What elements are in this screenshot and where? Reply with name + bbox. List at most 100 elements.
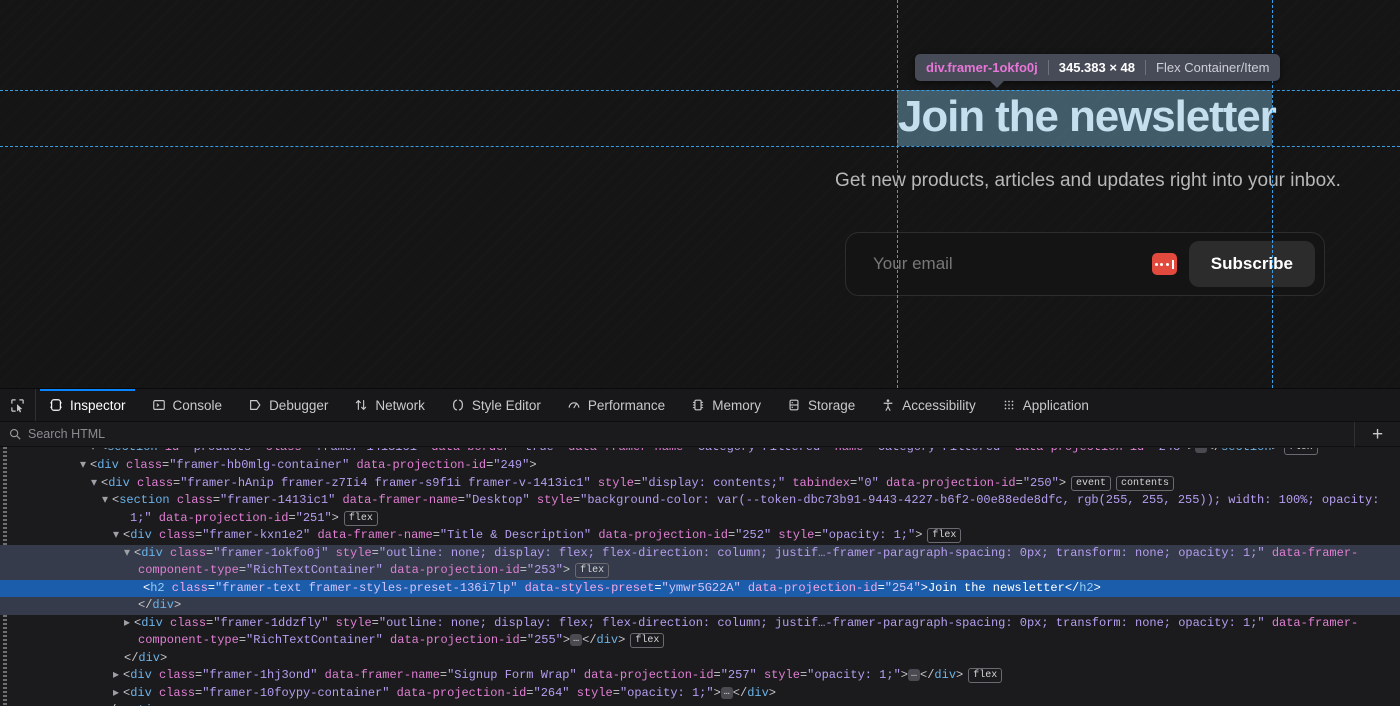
- code-val: "253": [527, 563, 563, 577]
- code-punc: </: [582, 633, 596, 647]
- dom-tree-row[interactable]: ▾<div class="framer-1okfo0j" style="outl…: [0, 545, 1400, 563]
- code-attr: class: [170, 493, 213, 507]
- code-punc: =: [372, 546, 379, 560]
- dom-tree-row[interactable]: ▾<div class="framer-hAnip framer-z7Ii4 f…: [0, 475, 1400, 493]
- hero-subtitle: Get new products, articles and updates r…: [803, 167, 1373, 195]
- code-tag: div: [141, 616, 163, 630]
- code-tag: div: [130, 686, 152, 700]
- element-info-tooltip: div.framer-1okfo0j 345.383 × 48 Flex Con…: [915, 54, 1280, 81]
- code-val: "254": [885, 581, 921, 595]
- code-punc: </: [124, 651, 138, 665]
- code-attr: data-projection-id: [591, 528, 728, 542]
- code-tag: div: [108, 476, 130, 490]
- storage-icon: [787, 398, 801, 412]
- code-attr: class: [130, 476, 173, 490]
- code-val: "framer-hAnip framer-z7Ii4 framer-s9f1i …: [180, 476, 590, 490]
- code-attr: data-projection-id: [349, 458, 486, 472]
- code-val: "framer-1ddzfly": [213, 616, 328, 630]
- email-input[interactable]: [846, 233, 1152, 295]
- dom-tree-row[interactable]: ▾<div class="framer-hb0mlg-container" da…: [0, 457, 1400, 475]
- chevron-down-icon[interactable]: ▾: [124, 545, 134, 563]
- layout-badge: flex: [344, 511, 378, 526]
- tab-network[interactable]: Network: [341, 389, 438, 421]
- code-punc: =: [520, 633, 527, 647]
- chevron-down-icon[interactable]: ▾: [91, 475, 101, 493]
- debugger-icon: [248, 398, 262, 412]
- chevron-right-icon[interactable]: ▸: [113, 685, 123, 703]
- code-val: "framer-1413ic1": [220, 493, 335, 507]
- dom-tree-row[interactable]: component-type="RichTextContainer" data-…: [0, 562, 1400, 580]
- chevron-right-icon[interactable]: ▸: [113, 667, 123, 685]
- dom-tree-row[interactable]: component-type="RichTextContainer" data-…: [0, 632, 1400, 650]
- add-tab-button[interactable]: +: [1354, 422, 1400, 447]
- chevron-down-icon[interactable]: ▾: [113, 527, 123, 545]
- code-punc: </: [1065, 581, 1079, 595]
- code-punc: =: [613, 686, 620, 700]
- guide-horizontal-bottom: [0, 146, 1400, 147]
- dom-tree[interactable]: ▾<section id="products" class="framer-14…: [0, 447, 1400, 706]
- tab-application[interactable]: Application: [989, 389, 1102, 421]
- console-icon: [152, 398, 166, 412]
- dom-tree-row[interactable]: </section>: [0, 702, 1400, 706]
- tab-memory[interactable]: Memory: [678, 389, 774, 421]
- tooltip-dimensions: 345.383 × 48: [1049, 60, 1145, 75]
- code-attr: style: [530, 493, 573, 507]
- chevron-down-icon[interactable]: ▾: [102, 492, 112, 510]
- code-tag: div: [130, 528, 152, 542]
- tab-performance[interactable]: Performance: [554, 389, 678, 421]
- guide-horizontal-top: [0, 90, 1400, 91]
- element-picker-icon[interactable]: [0, 389, 36, 421]
- tab-label: Inspector: [70, 398, 126, 413]
- dom-tree-row[interactable]: ▸<div class="framer-10foypy-container" d…: [0, 685, 1400, 703]
- dom-tree-row[interactable]: </div>: [0, 650, 1400, 668]
- dom-tree-row[interactable]: </div>: [0, 597, 1400, 615]
- search-html-bar[interactable]: Search HTML: [0, 422, 1400, 447]
- code-attr: data-projection-id: [577, 668, 714, 682]
- tab-storage[interactable]: Storage: [774, 389, 868, 421]
- devtools-panel: Inspector ConsoleDebugger Network Style Edi…: [0, 388, 1400, 706]
- password-manager-icon[interactable]: [1152, 253, 1177, 275]
- dom-tree-row[interactable]: ▾<section class="framer-1413ic1" data-fr…: [0, 492, 1400, 510]
- dom-tree-row[interactable]: ▸<div class="framer-1hj3ond" data-framer…: [0, 667, 1400, 685]
- code-punc: >: [618, 633, 625, 647]
- tab-inspector[interactable]: Inspector: [36, 389, 139, 421]
- code-punc: =: [239, 633, 246, 647]
- code-tag: div: [747, 686, 769, 700]
- dom-tree-row[interactable]: ▸<div class="framer-1ddzfly" style="outl…: [0, 615, 1400, 633]
- page-viewport: Join the newsletter Get new products, ar…: [0, 0, 1400, 388]
- code-attr: class: [165, 581, 208, 595]
- code-attr: style: [771, 528, 814, 542]
- code-val: "252": [735, 528, 771, 542]
- code-tag: section: [119, 493, 169, 507]
- code-attr: class: [152, 686, 195, 700]
- tab-style-editor[interactable]: Style Editor: [438, 389, 554, 421]
- tab-console[interactable]: Console: [139, 389, 236, 421]
- code-attr: style: [591, 476, 634, 490]
- code-punc: >: [956, 668, 963, 682]
- tab-label: Network: [375, 398, 425, 413]
- search-input[interactable]: Search HTML: [28, 427, 105, 441]
- dom-tree-row[interactable]: ▾<div class="framer-kxn1e2" data-framer-…: [0, 527, 1400, 545]
- tab-accessibility[interactable]: Accessibility: [868, 389, 989, 421]
- code-val: "249": [493, 458, 529, 472]
- tab-debugger[interactable]: Debugger: [235, 389, 341, 421]
- chevron-down-icon[interactable]: ▾: [80, 457, 90, 475]
- code-punc: </: [733, 686, 747, 700]
- guide-vertical-left: [897, 0, 898, 388]
- code-punc: =: [440, 668, 447, 682]
- code-punc: >: [160, 651, 167, 665]
- code-attr: class: [119, 458, 162, 472]
- subscribe-button[interactable]: Subscribe: [1189, 241, 1315, 287]
- code-val: 1;": [130, 511, 152, 525]
- performance-icon: [567, 398, 581, 412]
- dom-tree-row[interactable]: 1;" data-projection-id="251">flex: [0, 510, 1400, 528]
- layout-badge: event: [1071, 476, 1111, 491]
- code-punc: >: [915, 528, 922, 542]
- dom-tree-row[interactable]: <h2 class="framer-text framer-styles-pre…: [0, 580, 1400, 598]
- code-tag: h2: [1079, 581, 1093, 595]
- chevron-right-icon[interactable]: ▸: [124, 615, 134, 633]
- code-punc: =: [520, 563, 527, 577]
- code-val: "framer-10foypy-container": [202, 686, 389, 700]
- inspector-icon: [49, 398, 63, 412]
- code-tag: div: [97, 458, 119, 472]
